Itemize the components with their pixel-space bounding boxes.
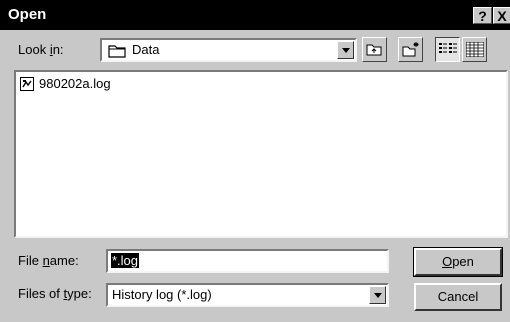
open-button-accel: O bbox=[442, 254, 453, 269]
look-in-combo[interactable]: Data bbox=[100, 38, 357, 62]
cancel-button[interactable]: Cancel bbox=[414, 283, 502, 311]
open-button-label: pen bbox=[452, 254, 474, 269]
file-type-label-pre: Files of bbox=[18, 286, 64, 301]
open-dialog: Open ? X Look in: Data 980202a.log File … bbox=[0, 0, 510, 322]
file-name-label-pre: File bbox=[18, 253, 43, 268]
file-list[interactable]: 980202a.log bbox=[14, 70, 508, 238]
new-folder-icon bbox=[402, 42, 419, 57]
look-in-label-post: n: bbox=[52, 42, 64, 57]
title-bar[interactable]: Open ? X bbox=[0, 0, 510, 30]
list-view-button[interactable] bbox=[435, 37, 460, 62]
dialog-title: Open bbox=[8, 6, 47, 23]
open-button[interactable]: Open bbox=[413, 247, 503, 277]
file-name-text: 980202a.log bbox=[39, 76, 111, 91]
look-in-label: Look in: bbox=[18, 42, 64, 57]
file-type-value: History log (*.log) bbox=[112, 287, 212, 302]
up-one-level-button[interactable] bbox=[362, 37, 387, 62]
list-view-icon bbox=[439, 43, 457, 53]
folder-icon bbox=[108, 45, 126, 58]
details-view-button[interactable] bbox=[462, 37, 487, 62]
create-new-folder-button[interactable] bbox=[398, 37, 423, 62]
up-folder-icon bbox=[366, 44, 382, 56]
help-button[interactable]: ? bbox=[473, 7, 492, 24]
look-in-dropdown-button[interactable] bbox=[337, 41, 354, 59]
file-type-label: Files of type: bbox=[18, 286, 92, 301]
look-in-label-pre: Look bbox=[18, 42, 50, 57]
file-type-label-post: ype: bbox=[67, 286, 92, 301]
file-type-dropdown-button[interactable] bbox=[369, 286, 386, 304]
file-name-input[interactable]: *.log bbox=[106, 249, 389, 273]
log-file-icon bbox=[20, 77, 34, 91]
close-button[interactable]: X bbox=[493, 7, 510, 24]
details-view-icon bbox=[466, 42, 484, 57]
file-type-combo[interactable]: History log (*.log) bbox=[106, 283, 389, 307]
look-in-value: Data bbox=[132, 42, 160, 57]
help-label: ? bbox=[478, 8, 487, 24]
file-name-label-accel: n bbox=[42, 253, 50, 268]
file-name-label-post: ame: bbox=[49, 253, 79, 268]
cancel-button-label: Cancel bbox=[437, 289, 479, 304]
file-name-label: File name: bbox=[18, 253, 79, 268]
close-label: X bbox=[497, 8, 507, 24]
file-name-value: *.log bbox=[111, 253, 140, 268]
